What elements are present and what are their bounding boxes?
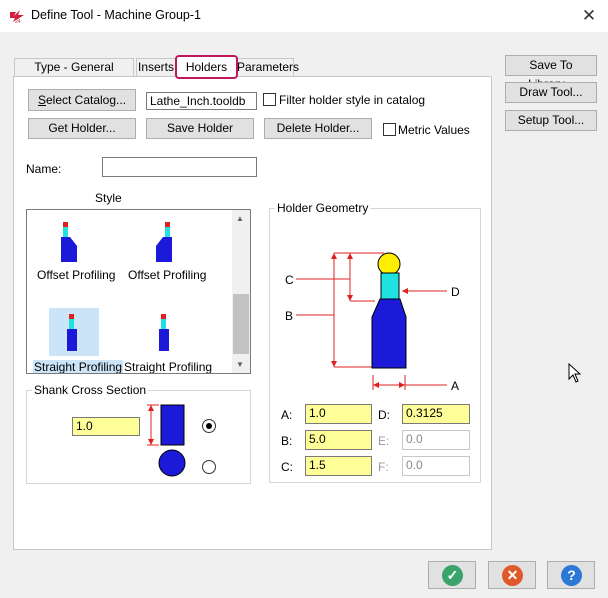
field-c-input[interactable]: 1.5: [305, 456, 372, 476]
holder-geometry-diagram: [296, 252, 447, 390]
field-c-label: C:: [281, 460, 293, 474]
select-catalog-button[interactable]: Select Catalog...: [28, 89, 136, 111]
metric-checkbox[interactable]: [383, 123, 396, 136]
tab-inserts[interactable]: Inserts: [136, 58, 176, 77]
offset-profiling-icon: [61, 222, 77, 262]
geometry-label-d: D: [451, 285, 460, 299]
field-e-input: 0.0: [402, 430, 470, 450]
field-f-input: 0.0: [402, 456, 470, 476]
geometry-label-c: C: [285, 273, 294, 287]
tab-parameters[interactable]: Parameters: [236, 58, 299, 77]
geometry-label-a: A: [451, 379, 460, 393]
svg-text:24: 24: [15, 19, 21, 24]
select-catalog-label: elect Catalog...: [45, 92, 127, 107]
straight-profiling-icon: [159, 314, 169, 351]
delete-holder-button[interactable]: Delete Holder...: [264, 118, 372, 139]
save-to-library-button[interactable]: Save To Library...: [505, 55, 597, 91]
offset-profiling-icon: [156, 222, 172, 262]
x-icon: ✕: [502, 565, 523, 586]
question-icon: ?: [561, 565, 582, 586]
catalog-field[interactable]: Lathe_Inch.tooldb: [146, 92, 257, 110]
style-item-offset-1[interactable]: Offset Profiling: [37, 268, 115, 282]
tab-holders[interactable]: Holders: [175, 55, 238, 79]
field-d-label: D:: [378, 408, 390, 422]
filter-label: Filter holder style in catalog: [279, 93, 426, 107]
mouse-cursor-icon: [568, 363, 582, 383]
shank-rect-radio[interactable]: [202, 419, 216, 433]
draw-tool-button[interactable]: Draw Tool...: [505, 82, 597, 103]
style-item-straight-1[interactable]: Straight Profiling: [33, 360, 124, 373]
style-item-straight-2[interactable]: Straight Profiling: [124, 360, 212, 373]
window-title: Define Tool - Machine Group-1: [31, 8, 201, 22]
shank-round-radio[interactable]: [202, 460, 216, 474]
field-b-input[interactable]: 5.0: [305, 430, 372, 450]
tab-type[interactable]: Type - General Turning: [14, 58, 134, 91]
field-d-input[interactable]: 0.3125: [402, 404, 470, 424]
shank-title: Shank Cross Section: [32, 383, 149, 397]
ok-button[interactable]: ✓: [428, 561, 476, 589]
get-holder-button[interactable]: Get Holder...: [28, 118, 136, 139]
field-b-label: B:: [281, 434, 293, 448]
filter-checkbox[interactable]: [263, 93, 276, 106]
scroll-up-icon[interactable]: ▲: [236, 214, 244, 223]
cancel-button[interactable]: ✕: [488, 561, 536, 589]
style-list[interactable]: Offset Profiling Offset Profiling Straig…: [26, 209, 251, 374]
scroll-thumb[interactable]: [233, 294, 249, 354]
radio-dot: [206, 423, 212, 429]
name-label: Name:: [26, 162, 62, 176]
style-scrollbar[interactable]: ▲ ▼: [232, 210, 250, 373]
close-icon[interactable]: ✕: [574, 3, 604, 29]
field-e-label: E:: [378, 434, 390, 448]
style-heading: Style: [95, 191, 122, 205]
straight-profiling-icon: [67, 314, 77, 351]
field-a-input[interactable]: 1.0: [305, 404, 372, 424]
metric-label: Metric Values: [398, 123, 470, 137]
name-input[interactable]: [102, 157, 257, 177]
style-item-offset-2[interactable]: Offset Profiling: [128, 268, 206, 282]
scroll-down-icon[interactable]: ▼: [236, 360, 244, 369]
field-a-label: A:: [281, 408, 293, 422]
app-logo-icon: 24: [9, 8, 25, 25]
help-button[interactable]: ?: [547, 561, 595, 589]
geometry-title: Holder Geometry: [275, 201, 371, 215]
setup-tool-button[interactable]: Setup Tool...: [505, 110, 597, 131]
save-holder-button[interactable]: Save Holder: [146, 118, 254, 139]
check-icon: ✓: [442, 565, 463, 586]
field-f-label: F:: [378, 460, 389, 474]
geometry-label-b: B: [285, 309, 294, 323]
shank-value-field[interactable]: 1.0: [72, 417, 140, 436]
